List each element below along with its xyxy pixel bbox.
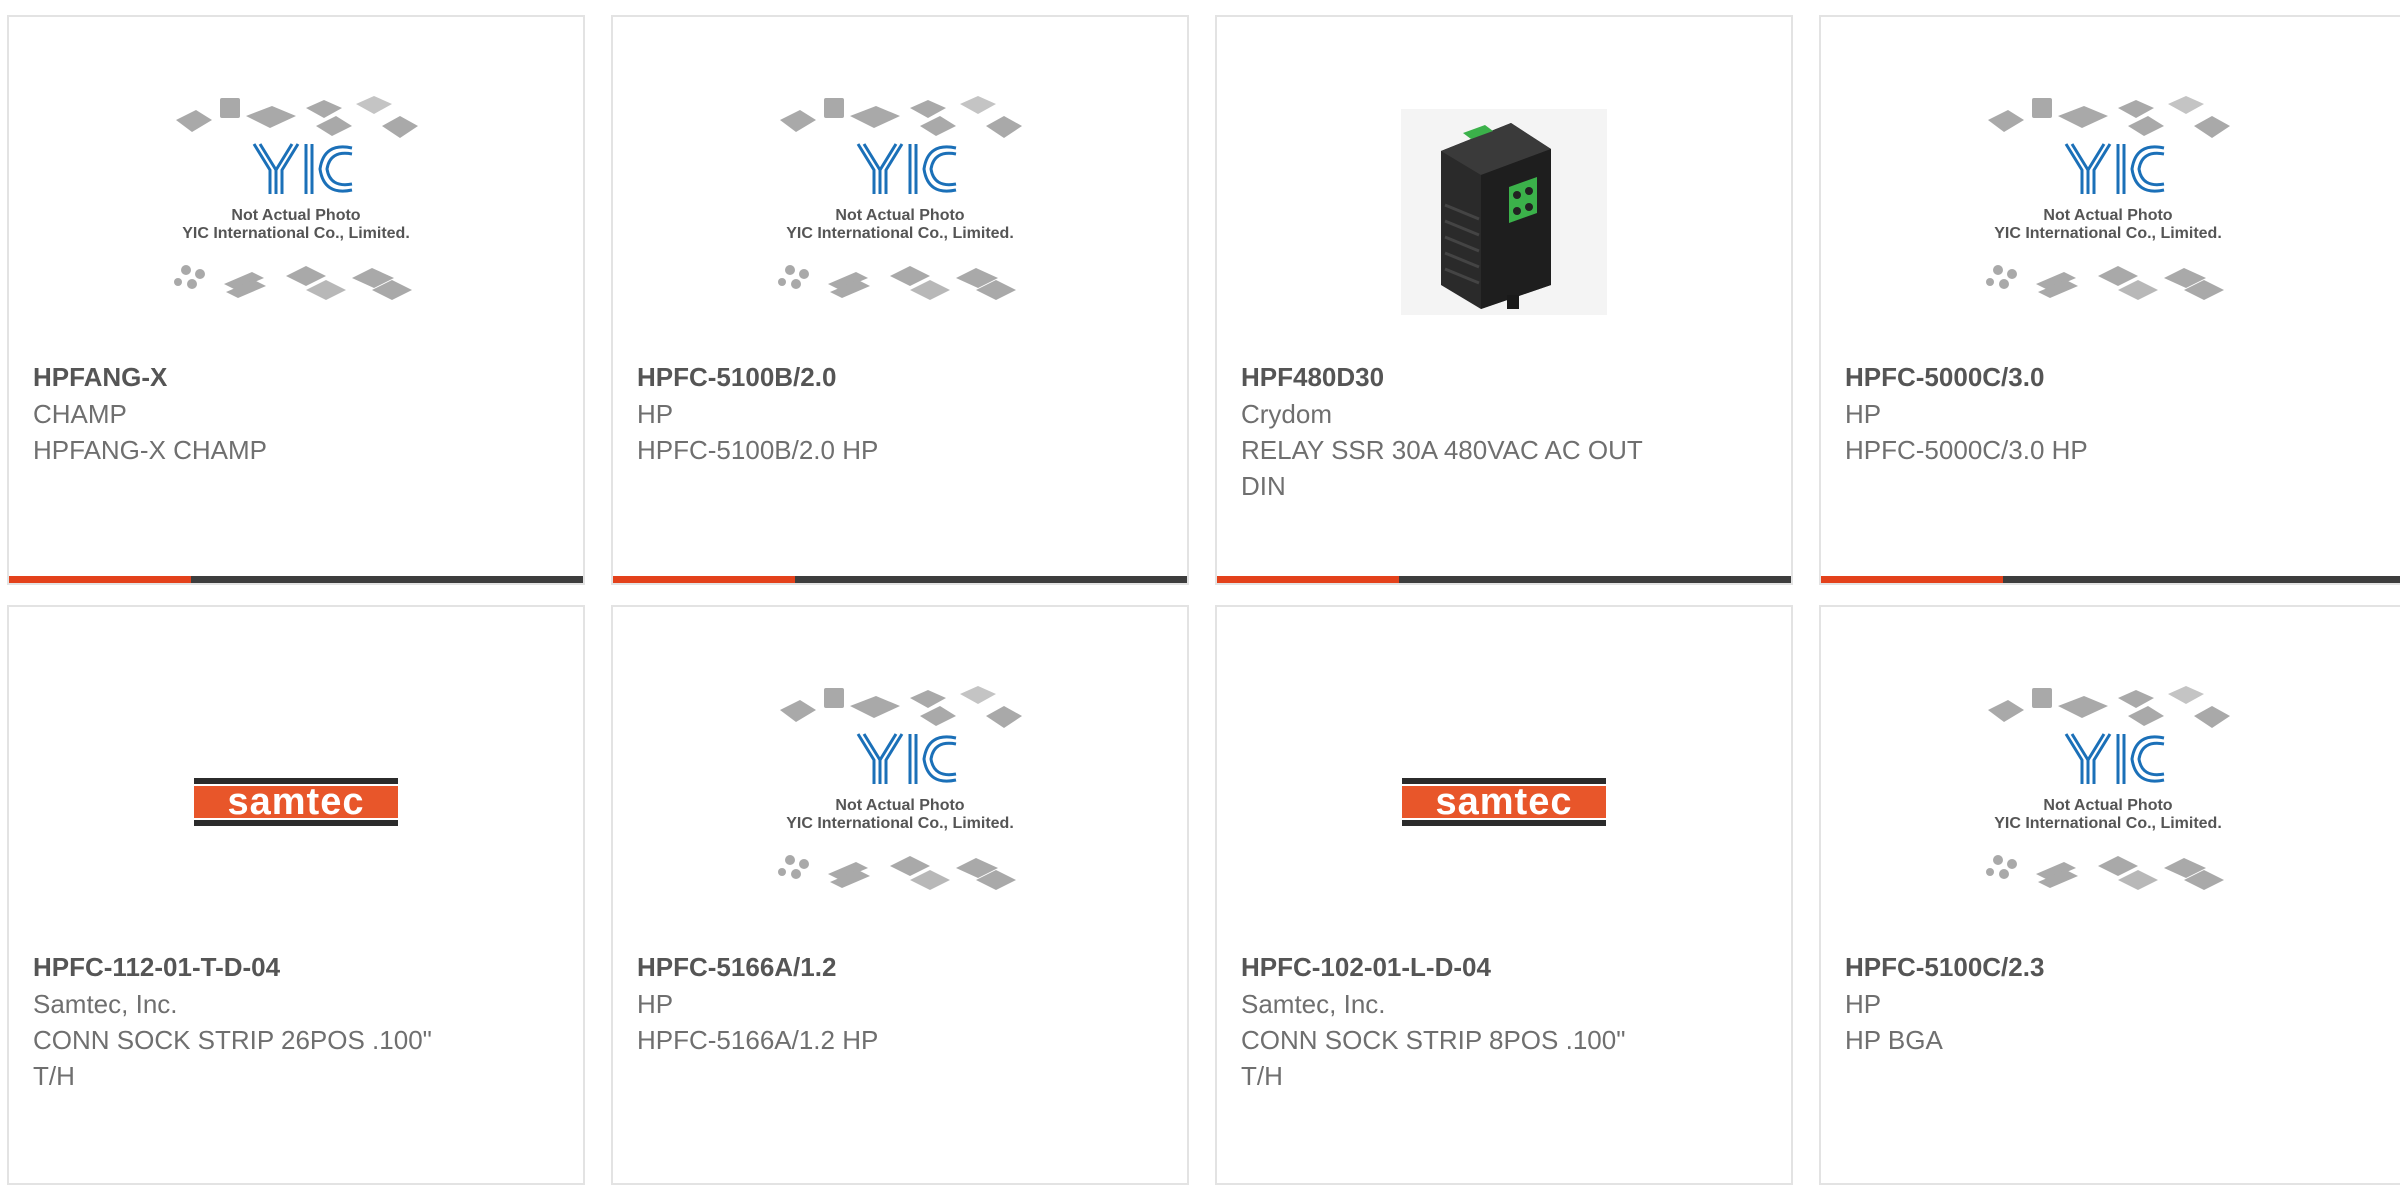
card-accent-bar (613, 576, 795, 583)
product-image[interactable]: Not Actual Photo YIC International Co., … (1821, 667, 2395, 937)
description: CONN SOCK STRIP 8POS .100" T/H (1241, 1025, 1626, 1091)
part-number-link[interactable]: HPFC-5166A/1.2 (637, 949, 1163, 986)
placeholder-caption-2: YIC International Co., Limited. (1994, 225, 2222, 242)
description: HPFC-5100B/2.0 HP (637, 435, 879, 465)
product-card[interactable]: HPF480D30 Crydom RELAY SSR 30A 480VAC AC… (1215, 15, 1793, 585)
product-info: HPFANG-X CHAMP HPFANG-X CHAMP (33, 359, 559, 468)
part-number-link[interactable]: HPFC-5000C/3.0 (1845, 359, 2383, 396)
product-image[interactable]: samtec (9, 667, 583, 937)
manufacturer: HP (1845, 989, 1882, 1019)
product-info: HPFC-5166A/1.2 HP HPFC-5166A/1.2 HP (637, 949, 1163, 1058)
placeholder-caption-1: Not Actual Photo (2043, 207, 2172, 224)
card-accent-bar (9, 576, 191, 583)
product-image[interactable]: Not Actual Photo YIC International Co., … (1821, 77, 2395, 347)
samtec-logo: samtec (1402, 778, 1606, 826)
placeholder-caption-2: YIC International Co., Limited. (786, 815, 1014, 832)
yic-placeholder-image: Not Actual Photo YIC International Co., … (1986, 96, 2230, 300)
product-card[interactable]: Not Actual Photo YIC International Co., … (611, 605, 1189, 1185)
card-bottom-bar (613, 576, 1187, 583)
product-image[interactable]: Not Actual Photo YIC International Co., … (613, 77, 1187, 347)
product-info: HPF480D30 Crydom RELAY SSR 30A 480VAC AC… (1241, 359, 1767, 504)
placeholder-caption-1: Not Actual Photo (231, 207, 360, 224)
yic-placeholder-image: Not Actual Photo YIC International Co., … (1986, 686, 2230, 890)
part-number-link[interactable]: HPFC-102-01-L-D-04 (1241, 949, 1767, 986)
product-card[interactable]: Not Actual Photo YIC International Co., … (1819, 605, 2400, 1185)
placeholder-caption-2: YIC International Co., Limited. (1994, 815, 2222, 832)
manufacturer: HP (637, 989, 674, 1019)
manufacturer: CHAMP (33, 399, 127, 429)
manufacturer: Crydom (1241, 399, 1333, 429)
product-info: HPFC-112-01-T-D-04 Samtec, Inc. CONN SOC… (33, 949, 559, 1094)
product-image[interactable]: samtec (1217, 667, 1791, 937)
product-grid: Not Actual Photo YIC International Co., … (0, 0, 2400, 1185)
card-bottom-bar (1217, 576, 1791, 583)
product-info: HPFC-5100B/2.0 HP HPFC-5100B/2.0 HP (637, 359, 1163, 468)
samtec-logo-text: samtec (228, 781, 365, 823)
manufacturer: Samtec, Inc. (1241, 989, 1386, 1019)
part-number-link[interactable]: HPFC-112-01-T-D-04 (33, 949, 559, 986)
product-card[interactable]: samtec HPFC-102-01-L-D-04 Samtec, Inc. C… (1215, 605, 1793, 1185)
relay-photo (1401, 109, 1607, 315)
placeholder-caption-1: Not Actual Photo (2043, 797, 2172, 814)
manufacturer: Samtec, Inc. (33, 989, 178, 1019)
description: HPFC-5000C/3.0 HP (1845, 435, 2088, 465)
product-card[interactable]: Not Actual Photo YIC International Co., … (7, 15, 585, 585)
product-card[interactable]: Not Actual Photo YIC International Co., … (611, 15, 1189, 585)
placeholder-caption-2: YIC International Co., Limited. (182, 225, 410, 242)
product-image[interactable]: Not Actual Photo YIC International Co., … (613, 667, 1187, 937)
product-info: HPFC-5100C/2.3 HP HP BGA (1845, 949, 2383, 1058)
yic-placeholder-image: Not Actual Photo YIC International Co., … (778, 96, 1022, 300)
placeholder-caption-1: Not Actual Photo (835, 797, 964, 814)
description: HPFANG-X CHAMP (33, 435, 268, 465)
yic-placeholder-image: Not Actual Photo YIC International Co., … (174, 96, 418, 300)
card-accent-bar (1217, 576, 1399, 583)
product-info: HPFC-102-01-L-D-04 Samtec, Inc. CONN SOC… (1241, 949, 1767, 1094)
part-number-link[interactable]: HPF480D30 (1241, 359, 1767, 396)
card-bottom-bar (1821, 576, 2400, 583)
placeholder-caption-2: YIC International Co., Limited. (786, 225, 1014, 242)
description: HPFC-5166A/1.2 HP (637, 1025, 879, 1055)
card-accent-bar (1821, 576, 2003, 583)
placeholder-caption-1: Not Actual Photo (835, 207, 964, 224)
product-info: HPFC-5000C/3.0 HP HPFC-5000C/3.0 HP (1845, 359, 2383, 468)
product-card[interactable]: samtec HPFC-112-01-T-D-04 Samtec, Inc. C… (7, 605, 585, 1185)
description: RELAY SSR 30A 480VAC AC OUT DIN (1241, 435, 1643, 501)
product-image[interactable] (1217, 77, 1791, 347)
samtec-logo: samtec (194, 778, 398, 826)
part-number-link[interactable]: HPFC-5100B/2.0 (637, 359, 1163, 396)
manufacturer: HP (637, 399, 674, 429)
product-card[interactable]: Not Actual Photo YIC International Co., … (1819, 15, 2400, 585)
manufacturer: HP (1845, 399, 1882, 429)
part-number-link[interactable]: HPFANG-X (33, 359, 559, 396)
product-image[interactable]: Not Actual Photo YIC International Co., … (9, 77, 583, 347)
samtec-logo-text: samtec (1436, 781, 1573, 823)
yic-placeholder-image: Not Actual Photo YIC International Co., … (778, 686, 1022, 890)
part-number-link[interactable]: HPFC-5100C/2.3 (1845, 949, 2383, 986)
description: HP BGA (1845, 1025, 1943, 1055)
description: CONN SOCK STRIP 26POS .100" T/H (33, 1025, 432, 1091)
card-bottom-bar (9, 576, 583, 583)
